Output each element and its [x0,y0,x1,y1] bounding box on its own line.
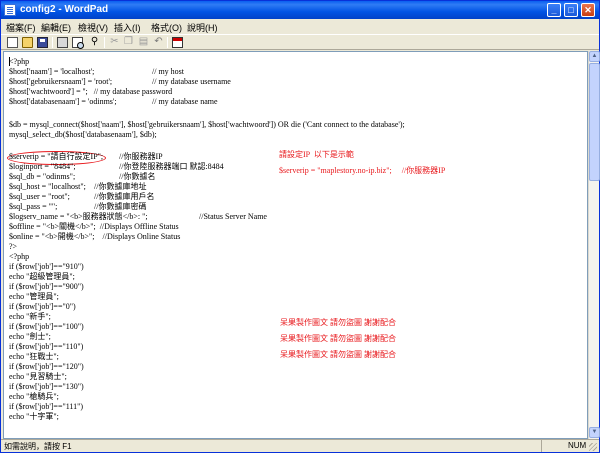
code-line: $offline = "<b>關機</b>"; //Displays Offli… [9,222,179,231]
cut-icon[interactable]: ✂ [109,37,120,48]
code-line: $sql_pass = "";//你數據庫密碼 [9,202,147,211]
code-line: ?> [9,242,18,251]
menu-file[interactable]: 檔案(F) [6,21,36,34]
annotation-credit: 呆果製作圖文 請勿盜圖 謝謝配合 [280,334,396,343]
toolbar: ⚲ ✂ ❐ ▤ ↶ [1,34,599,50]
print-preview-icon[interactable] [72,37,84,49]
code-line: if ($row['job']=="110") [9,342,84,351]
open-icon[interactable] [22,37,33,48]
title-bar[interactable]: config2 - WordPad _ □ ✕ [1,1,599,19]
toolbar-separator [167,37,168,48]
annotation-credit: 呆果製作圖文 請勿盜圖 謝謝配合 [280,350,396,359]
code-line: if ($row['job']=="900") [9,282,84,291]
code-line: echo "劍士"; [9,332,51,341]
code-line: echo "十字軍"; [9,412,59,421]
menu-format[interactable]: 格式(O) [151,21,182,34]
code-line: echo "管理員"; [9,292,59,301]
wordpad-window: config2 - WordPad _ □ ✕ 檔案(F) 編輯(E) 檢視(V… [0,0,600,453]
status-help-text: 如需說明，請按 F1 [4,442,72,451]
save-icon[interactable] [37,37,48,48]
code-line: if ($row['job']=="120") [9,362,84,371]
code-line: <?php [9,252,30,261]
print-icon[interactable] [57,37,68,48]
menu-insert[interactable]: 插入(I) [114,21,141,34]
code-line: $logserv_name = "<b>服務器狀態</b>: ";//Statu… [9,212,267,221]
scroll-up-button[interactable]: ▲ [589,51,600,62]
undo-icon[interactable]: ↶ [153,37,164,48]
code-line: mysql_select_db($host['databasenaam'], $… [9,130,157,139]
code-line: $host['gebruikersnaam'] = 'root';// my d… [9,77,231,86]
code-line: $db = mysql_connect($host['naam'], $host… [9,120,405,129]
menu-help[interactable]: 說明(H) [187,21,218,34]
status-bar: 如需說明，請按 F1 NUM [1,439,599,452]
annotation-note-example: $serverip = "maplestory.no-ip.biz"; //你服… [279,166,446,175]
annotation-credit: 呆果製作圖文 請勿盜圖 謝謝配合 [280,318,396,327]
document-area[interactable]: <?php $host['naam'] = 'localhost';// my … [3,51,588,439]
find-icon[interactable]: ⚲ [89,37,100,48]
new-icon[interactable] [7,37,18,48]
code-line: if ($row['job']=="100") [9,322,84,331]
paste-icon[interactable]: ▤ [138,37,149,48]
code-line: echo "新手"; [9,312,51,321]
date-time-icon[interactable] [172,37,183,48]
resize-grip[interactable] [589,443,597,451]
menu-bar: 檔案(F) 編輯(E) 檢視(V) 插入(I) 格式(O) 說明(H) [1,19,599,34]
minimize-button[interactable]: _ [547,3,561,17]
copy-icon[interactable]: ❐ [123,37,134,48]
maximize-button[interactable]: □ [564,3,578,17]
close-button[interactable]: ✕ [581,3,595,17]
scroll-thumb[interactable] [589,63,600,181]
code-line: $sql_db = "odinms";//你數據名 [9,172,156,181]
code-line: echo "見習騎士"; [9,372,67,381]
code-line: $host['wachtwoord'] = ''; // my database… [9,87,173,96]
code-line: $online = "<b>開機</b>"; //Displays Online… [9,232,181,241]
num-lock-indicator: NUM [541,440,589,452]
menu-edit[interactable]: 編輯(E) [41,21,71,34]
annotation-note-title: 請設定IP 以下是示範 [279,150,354,159]
code-line: $loginport = "8484";//你登陸服務器端口 默認:8484 [9,162,224,171]
code-line: $sql_user = "root";//你數據庫用戶名 [9,192,155,201]
toolbar-separator [104,37,105,48]
code-line: if ($row['job']=="910") [9,262,84,271]
code-line: if ($row['job']=="0") [9,302,76,311]
code-line: echo "槍騎兵"; [9,392,59,401]
code-line: $serverip = "請自行設定IP";//你服務器IP [9,152,163,161]
wordpad-app-icon[interactable] [4,4,16,16]
code-line: <?php [9,57,30,66]
code-line: if ($row['job']=="111") [9,402,84,411]
code-line: $sql_host = "localhost";//你數據庫地址 [9,182,147,191]
code-line: if ($row['job']=="130") [9,382,84,391]
code-line: echo "狂戰士"; [9,352,59,361]
code-line: echo "超級管理員"; [9,272,75,281]
code-line: $host['databasenaam'] = 'odinms';// my d… [9,97,218,106]
toolbar-separator [52,37,53,48]
scroll-down-button[interactable]: ▼ [589,427,600,438]
window-title: config2 - WordPad [20,4,109,15]
vertical-scrollbar[interactable]: ▲ ▼ [588,51,600,439]
menu-view[interactable]: 檢視(V) [78,21,108,34]
code-line: $host['naam'] = 'localhost';// my host [9,67,185,76]
